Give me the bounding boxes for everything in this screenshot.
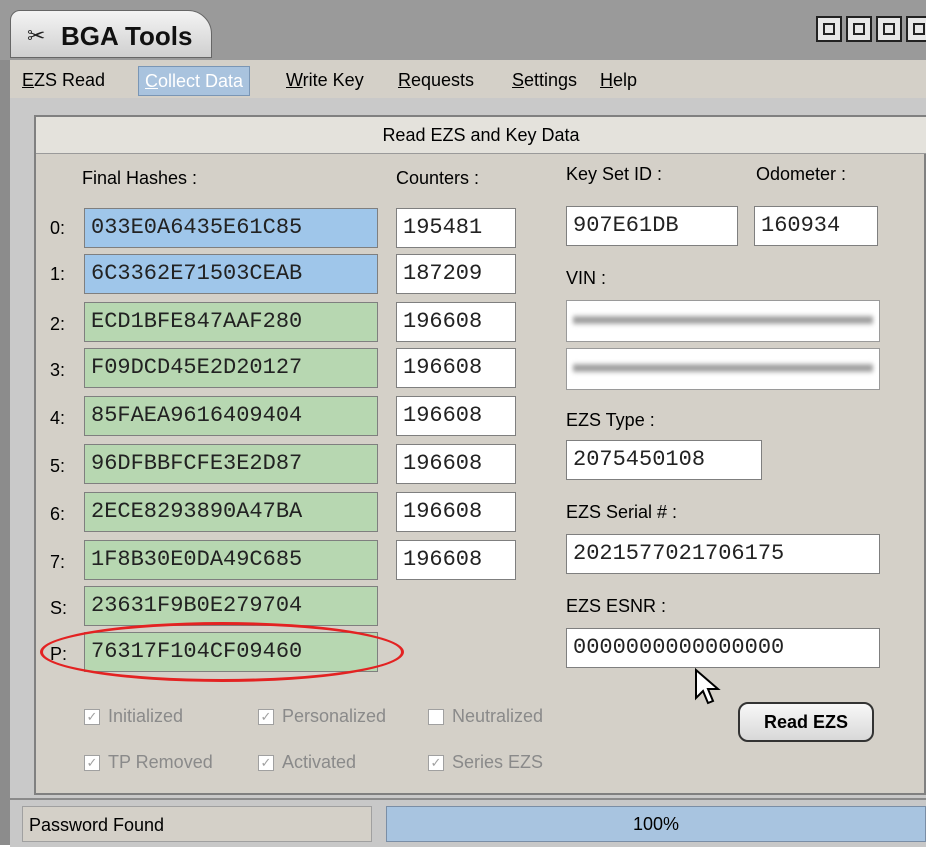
title-tab: ✂ BGA Tools	[10, 10, 212, 58]
bga-tools-icon: ✂	[27, 23, 46, 48]
checkmark-icon: ✓	[258, 708, 274, 725]
checkmark-icon: ✓	[428, 754, 444, 771]
progress-bar: 100%	[386, 806, 926, 842]
ezs-serial-label: EZS Serial # :	[566, 502, 678, 522]
key-set-id-label: Key Set ID :	[566, 164, 663, 184]
mouse-pointer-icon	[695, 668, 721, 705]
counter-field-6[interactable]: 196608	[396, 492, 516, 532]
hash-field-4[interactable]: 85FAEA9616409404	[84, 396, 378, 436]
counters-label: Counters :	[396, 168, 480, 188]
menu-collect-data[interactable]: Collect Data	[138, 66, 251, 96]
window-title: BGA Tools	[61, 21, 193, 51]
hash-field-2[interactable]: ECD1BFE847AAF280	[84, 302, 378, 342]
row-index: 6:	[50, 504, 66, 524]
hash-field-1[interactable]: 6C3362E71503CEAB	[84, 254, 378, 294]
empty-checkbox-icon	[428, 708, 444, 725]
menu-write-key[interactable]: Write Key	[280, 66, 370, 94]
highlight-ellipse	[40, 622, 404, 682]
menu-bar: EZS Read Collect Data Write Key Requests…	[10, 60, 926, 100]
menu-requests[interactable]: Requests	[392, 66, 480, 94]
title-bar[interactable]: ✂ BGA Tools	[0, 0, 926, 60]
row-index: 7:	[50, 552, 66, 572]
counter-field-2[interactable]: 196608	[396, 302, 516, 342]
row-index: 0:	[50, 218, 66, 238]
initialized-checkbox[interactable]: ✓ Initialized	[84, 706, 183, 727]
counter-field-4[interactable]: 196608	[396, 396, 516, 436]
final-hashes-label: Final Hashes :	[82, 168, 198, 188]
key-set-id-field[interactable]: 907E61DB	[566, 206, 738, 246]
hash-field-s[interactable]: 23631F9B0E279704	[84, 586, 378, 626]
read-ezs-button[interactable]: Read EZS	[738, 702, 874, 742]
personalized-checkbox[interactable]: ✓ Personalized	[258, 706, 386, 727]
counter-field-3[interactable]: 196608	[396, 348, 516, 388]
counter-field-0[interactable]: 195481	[396, 208, 516, 248]
hash-field-0[interactable]: 033E0A6435E61C85	[84, 208, 378, 248]
tp-removed-checkbox[interactable]: ✓ TP Removed	[84, 752, 213, 773]
close-icon[interactable]	[906, 16, 926, 42]
ezs-type-label: EZS Type :	[566, 410, 655, 430]
row-index: 3:	[50, 360, 66, 380]
series-ezs-checkbox[interactable]: ✓ Series EZS	[428, 752, 543, 773]
row-index: 2:	[50, 314, 66, 334]
checkmark-icon: ✓	[258, 754, 274, 771]
ezs-esnr-label: EZS ESNR :	[566, 596, 667, 616]
app-window: ✂ BGA Tools EZS Read Collect Data Write …	[0, 0, 926, 847]
odometer-label: Odometer :	[756, 164, 847, 184]
ezs-serial-field[interactable]: 2021577021706175	[566, 534, 880, 574]
counter-field-1[interactable]: 187209	[396, 254, 516, 294]
hash-field-5[interactable]: 96DFBBFCFE3E2D87	[84, 444, 378, 484]
row-index: 4:	[50, 408, 66, 428]
maximize-icon[interactable]	[876, 16, 902, 42]
neutralized-checkbox[interactable]: Neutralized	[428, 706, 543, 727]
counter-field-7[interactable]: 196608	[396, 540, 516, 580]
vin-label: VIN :	[566, 268, 607, 288]
restore-icon[interactable]	[846, 16, 872, 42]
activated-checkbox[interactable]: ✓ Activated	[258, 752, 356, 773]
window-controls	[816, 16, 926, 42]
counter-field-5[interactable]: 196608	[396, 444, 516, 484]
odometer-field[interactable]: 160934	[754, 206, 878, 246]
menu-help[interactable]: Help	[594, 66, 643, 94]
vin-field-2[interactable]	[566, 348, 880, 390]
ezs-type-field[interactable]: 2075450108	[566, 440, 762, 480]
status-text: Password Found	[22, 806, 372, 842]
minimize-icon[interactable]	[816, 16, 842, 42]
checkmark-icon: ✓	[84, 754, 100, 771]
row-index: S:	[50, 598, 68, 618]
row-index: 5:	[50, 456, 66, 476]
hash-field-7[interactable]: 1F8B30E0DA49C685	[84, 540, 378, 580]
row-index: 1:	[50, 264, 66, 284]
ezs-esnr-field[interactable]: 0000000000000000	[566, 628, 880, 668]
hash-field-3[interactable]: F09DCD45E2D20127	[84, 348, 378, 388]
panel-title: Read EZS and Key Data	[36, 117, 926, 154]
menu-settings[interactable]: Settings	[506, 66, 583, 94]
checkmark-icon: ✓	[84, 708, 100, 725]
menu-ezs-read[interactable]: EZS Read	[16, 66, 111, 94]
hash-field-6[interactable]: 2ECE8293890A47BA	[84, 492, 378, 532]
vin-field-1[interactable]	[566, 300, 880, 342]
